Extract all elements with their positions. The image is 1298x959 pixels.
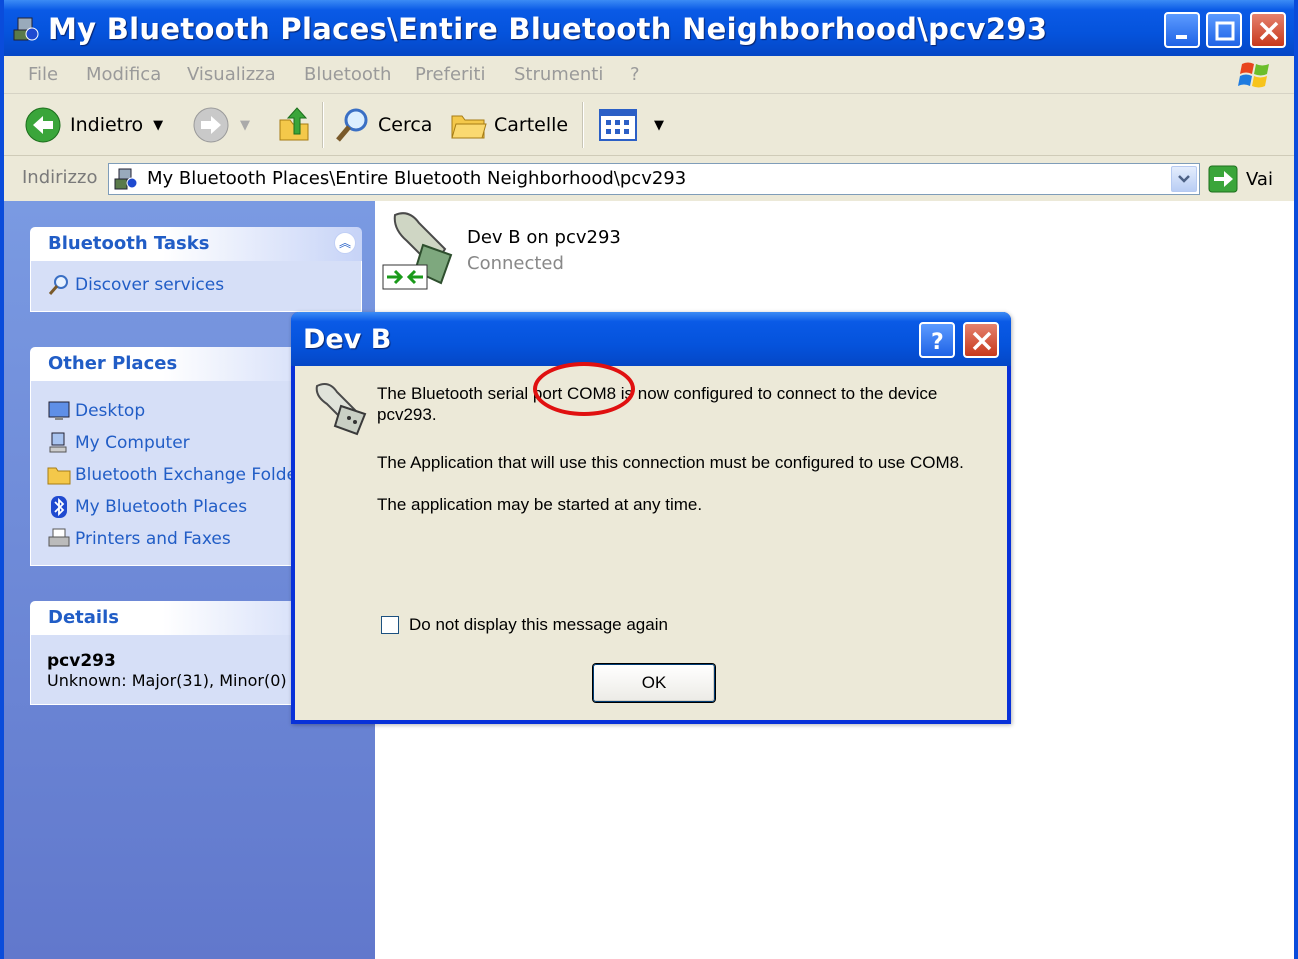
maximize-icon	[1215, 21, 1235, 41]
close-button[interactable]	[1250, 12, 1286, 48]
collapse-icon[interactable]: ︽	[334, 232, 356, 254]
discover-services-label: Discover services	[75, 275, 225, 295]
views-dropdown-icon[interactable]: ▼	[654, 118, 664, 133]
bluetooth-places-icon	[13, 17, 39, 41]
folders-icon	[451, 115, 487, 139]
go-arrow-icon	[1208, 165, 1238, 193]
up-folder-icon	[279, 107, 309, 141]
back-label: Indietro	[70, 114, 144, 136]
my-computer-label: My Computer	[75, 433, 190, 453]
forward-button[interactable]: ▼	[192, 106, 250, 144]
back-dropdown-icon[interactable]: ▼	[153, 118, 163, 133]
bluetooth-tasks-body: Discover services	[30, 261, 362, 312]
back-button[interactable]: Indietro ▼	[24, 106, 163, 144]
forward-arrow-icon	[193, 107, 229, 143]
svg-text:?: ?	[931, 330, 944, 352]
dialog-close-button[interactable]	[963, 322, 999, 358]
serial-port-icon	[315, 383, 367, 436]
address-bar: Indirizzo My Bluetooth Places\Entire Blu…	[4, 157, 1294, 201]
dont-show-again-checkbox[interactable]	[381, 616, 399, 634]
printers-label: Printers and Faxes	[75, 529, 231, 549]
menu-preferiti[interactable]: Preferiti	[415, 64, 486, 85]
bluetooth-tasks-title: Bluetooth Tasks	[48, 233, 210, 254]
menu-file[interactable]: File	[28, 64, 58, 85]
dont-show-again-label[interactable]: Do not display this message again	[409, 615, 668, 635]
toolbar: Indietro ▼ ▼ Cerca Cartelle ▼	[4, 94, 1294, 156]
minimize-button[interactable]	[1164, 12, 1200, 48]
desktop-label: Desktop	[75, 401, 146, 421]
search-label: Cerca	[378, 114, 433, 136]
bluetooth-places-label: My Bluetooth Places	[75, 497, 248, 517]
desktop-icon	[48, 401, 70, 420]
windows-logo-icon	[1238, 62, 1269, 88]
bluetooth-icon	[51, 496, 67, 518]
dialog-message-line4: The application may be started at any ti…	[377, 495, 703, 514]
dialog-message-line3: The Application that will use this conne…	[377, 453, 964, 472]
go-label: Vai	[1246, 168, 1273, 190]
minimize-icon	[1176, 35, 1187, 39]
dialog-message-line2: pcv293.	[377, 405, 437, 424]
dialog-title: Dev B	[303, 324, 392, 355]
menu-bar: File Modifica Visualizza Bluetooth Prefe…	[4, 56, 1294, 94]
views-icon	[599, 109, 637, 141]
discover-services-link[interactable]: Discover services	[47, 269, 361, 301]
close-icon	[1259, 21, 1279, 41]
highlight-circle	[533, 362, 635, 416]
folders-label: Cartelle	[494, 114, 569, 136]
folders-button[interactable]: Cartelle	[450, 106, 568, 144]
toolbar-separator	[582, 102, 584, 148]
address-input[interactable]: My Bluetooth Places\Entire Bluetooth Nei…	[108, 163, 1200, 195]
back-arrow-icon	[25, 107, 61, 143]
help-icon: ?	[931, 330, 944, 352]
menu-bluetooth[interactable]: Bluetooth	[304, 64, 391, 85]
maximize-button[interactable]	[1206, 12, 1242, 48]
ok-button[interactable]: OK	[593, 664, 715, 702]
forward-dropdown-icon[interactable]: ▼	[240, 118, 250, 133]
serial-port-icon	[382, 212, 453, 290]
device-item-name: Dev B on pcv293	[467, 227, 621, 248]
title-bar[interactable]: My Bluetooth Places\Entire Bluetooth Nei…	[4, 0, 1294, 56]
address-label: Indirizzo	[22, 167, 98, 188]
device-item-status: Connected	[467, 253, 564, 274]
dev-b-dialog: Dev B ? The Bluetooth serial port COM8 i…	[291, 312, 1011, 724]
chevron-down-icon	[1178, 175, 1190, 183]
menu-modifica[interactable]: Modifica	[86, 64, 161, 85]
other-places-title: Other Places	[48, 353, 178, 374]
go-button[interactable]: Vai	[1208, 165, 1273, 193]
up-folder-button[interactable]	[276, 106, 312, 144]
address-value: My Bluetooth Places\Entire Bluetooth Nei…	[147, 168, 687, 189]
menu-visualizza[interactable]: Visualizza	[187, 64, 276, 85]
bluetooth-places-icon	[114, 168, 138, 190]
toolbar-separator	[322, 102, 324, 148]
dialog-help-button[interactable]: ?	[919, 322, 955, 358]
bluetooth-tasks-header[interactable]: Bluetooth Tasks ︽	[30, 227, 362, 261]
folder-icon	[47, 467, 71, 485]
computer-icon	[49, 432, 67, 453]
search-button[interactable]: Cerca	[334, 106, 432, 144]
dialog-title-bar[interactable]: Dev B ?	[291, 312, 1011, 366]
dialog-body: The Bluetooth serial port COM8 is now co…	[295, 366, 1007, 720]
search-icon	[48, 275, 68, 295]
details-title: Details	[48, 607, 119, 628]
address-dropdown-button[interactable]	[1171, 166, 1197, 192]
device-item[interactable]: Dev B on pcv293 Connected	[381, 207, 681, 291]
window-title: My Bluetooth Places\Entire Bluetooth Nei…	[48, 12, 1048, 46]
printer-icon	[48, 528, 70, 547]
menu-help[interactable]: ?	[630, 64, 640, 85]
search-icon	[336, 108, 368, 142]
menu-strumenti[interactable]: Strumenti	[514, 64, 603, 85]
bluetooth-tasks-panel: Bluetooth Tasks ︽ Discover services	[30, 227, 362, 312]
dialog-message-line1: The Bluetooth serial port COM8 is now co…	[377, 384, 938, 403]
close-icon	[972, 331, 992, 351]
exchange-folder-label: Bluetooth Exchange Folder	[75, 465, 304, 485]
views-button[interactable]: ▼	[598, 106, 664, 144]
